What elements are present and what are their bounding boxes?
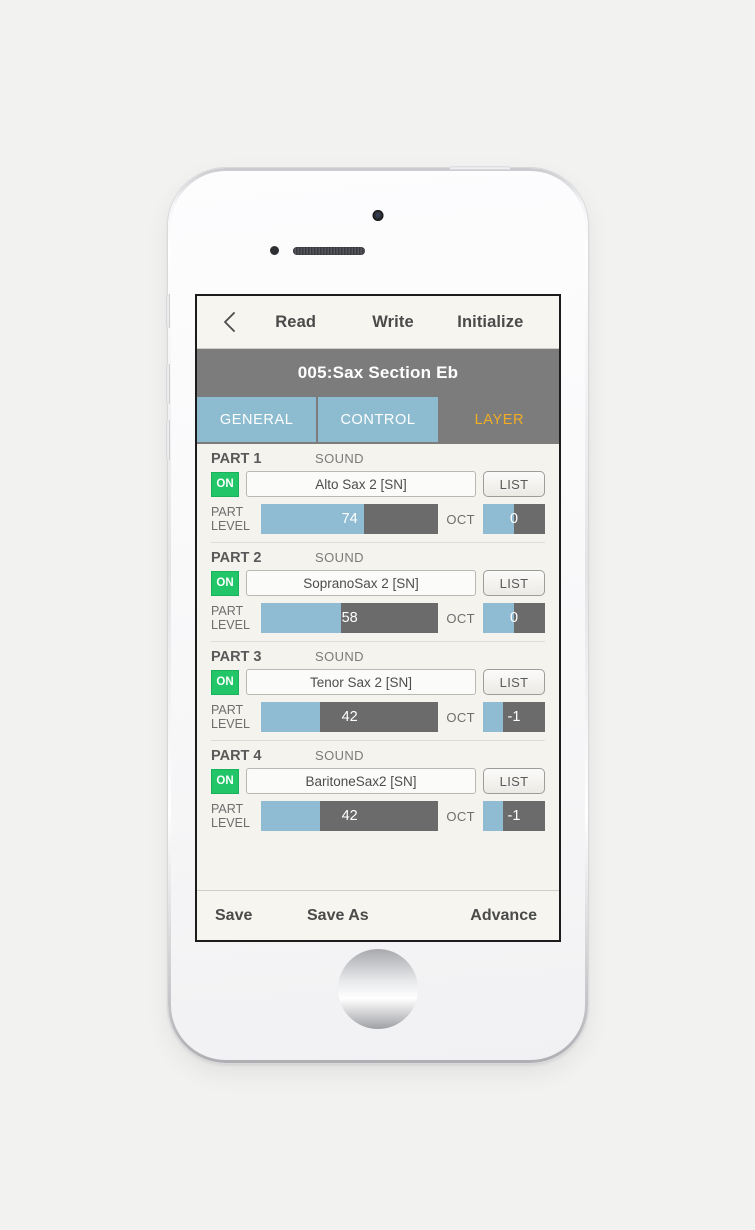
sound-list-button[interactable]: LIST bbox=[483, 471, 545, 497]
part-block: PART 3 SOUND ON Tenor Sax 2 [SN] LIST PA… bbox=[211, 642, 545, 741]
oct-label: OCT bbox=[446, 511, 475, 527]
part-on-toggle[interactable]: ON bbox=[211, 471, 239, 497]
nav-bar: Read Write Initialize bbox=[197, 296, 559, 349]
oct-slider[interactable]: 0 bbox=[483, 603, 545, 633]
part-block: PART 1 SOUND ON Alto Sax 2 [SN] LIST PAR… bbox=[211, 444, 545, 543]
slider-value: 0 bbox=[509, 511, 519, 527]
oct-label: OCT bbox=[446, 709, 475, 725]
level-row: PART LEVEL 74 OCT 0 bbox=[211, 504, 545, 542]
part-level-label: PART LEVEL bbox=[211, 505, 253, 533]
sound-name-field[interactable]: Alto Sax 2 [SN] bbox=[246, 471, 476, 497]
part-title: PART 1 bbox=[211, 451, 262, 467]
nav-item-read[interactable]: Read bbox=[247, 313, 344, 332]
parts-list: PART 1 SOUND ON Alto Sax 2 [SN] LIST PAR… bbox=[197, 444, 559, 890]
oct-slider[interactable]: -1 bbox=[483, 702, 545, 732]
slider-value: -1 bbox=[507, 709, 521, 725]
tab-layer[interactable]: LAYER bbox=[439, 397, 559, 442]
part-title: PART 2 bbox=[211, 550, 262, 566]
oct-label: OCT bbox=[446, 808, 475, 824]
slider-value: 58 bbox=[341, 610, 358, 626]
oct-slider[interactable]: 0 bbox=[483, 504, 545, 534]
part-level-label-line1: PART bbox=[211, 802, 244, 816]
part-level-slider[interactable]: 58 bbox=[261, 603, 439, 633]
sound-label: SOUND bbox=[315, 748, 364, 763]
part-on-toggle[interactable]: ON bbox=[211, 669, 239, 695]
bottom-bar: Save Save As Advance bbox=[197, 890, 559, 940]
sound-list-button[interactable]: LIST bbox=[483, 669, 545, 695]
sound-name-field[interactable]: Tenor Sax 2 [SN] bbox=[246, 669, 476, 695]
nav-item-write[interactable]: Write bbox=[344, 313, 441, 332]
slider-value: -1 bbox=[507, 808, 521, 824]
level-row: PART LEVEL 42 OCT -1 bbox=[211, 801, 545, 839]
part-level-label: PART LEVEL bbox=[211, 604, 253, 632]
tab-control[interactable]: CONTROL bbox=[318, 397, 438, 442]
slider-value: 74 bbox=[341, 511, 358, 527]
sound-row: ON Tenor Sax 2 [SN] LIST bbox=[211, 669, 545, 702]
part-level-slider[interactable]: 42 bbox=[261, 801, 439, 831]
save-as-button[interactable]: Save As bbox=[307, 907, 470, 925]
level-row: PART LEVEL 58 OCT 0 bbox=[211, 603, 545, 641]
sound-row: ON Alto Sax 2 [SN] LIST bbox=[211, 471, 545, 504]
volume-up-button[interactable] bbox=[166, 364, 170, 404]
part-block: PART 4 SOUND ON BaritoneSax2 [SN] LIST P… bbox=[211, 741, 545, 839]
part-header: PART 2 SOUND bbox=[211, 550, 545, 570]
sound-list-button[interactable]: LIST bbox=[483, 570, 545, 596]
sound-list-button[interactable]: LIST bbox=[483, 768, 545, 794]
level-row: PART LEVEL 42 OCT -1 bbox=[211, 702, 545, 740]
tab-bar: GENERAL CONTROL LAYER bbox=[197, 397, 559, 444]
sound-label: SOUND bbox=[315, 451, 364, 466]
tab-general[interactable]: GENERAL bbox=[197, 397, 317, 442]
part-on-toggle[interactable]: ON bbox=[211, 570, 239, 596]
part-level-label-line1: PART bbox=[211, 505, 244, 519]
part-level-label: PART LEVEL bbox=[211, 802, 253, 830]
oct-slider[interactable]: -1 bbox=[483, 801, 545, 831]
advance-button[interactable]: Advance bbox=[470, 907, 541, 925]
sound-name-field[interactable]: SopranoSax 2 [SN] bbox=[246, 570, 476, 596]
power-button[interactable] bbox=[450, 166, 510, 170]
slider-value: 42 bbox=[341, 808, 358, 824]
proximity-sensor-icon bbox=[270, 246, 279, 255]
earpiece-speaker-icon bbox=[293, 247, 365, 255]
part-level-label-line2: LEVEL bbox=[211, 519, 250, 533]
part-title: PART 4 bbox=[211, 748, 262, 764]
page-title: 005:Sax Section Eb bbox=[197, 349, 559, 397]
part-header: PART 3 SOUND bbox=[211, 649, 545, 669]
sound-label: SOUND bbox=[315, 550, 364, 565]
save-button[interactable]: Save bbox=[215, 907, 307, 925]
phone-device: Read Write Initialize 005:Sax Section Eb… bbox=[166, 166, 588, 1063]
nav-item-initialize[interactable]: Initialize bbox=[442, 313, 543, 332]
sound-label: SOUND bbox=[315, 649, 364, 664]
part-level-label-line2: LEVEL bbox=[211, 618, 250, 632]
part-on-toggle[interactable]: ON bbox=[211, 768, 239, 794]
part-header: PART 4 SOUND bbox=[211, 748, 545, 768]
sound-row: ON SopranoSax 2 [SN] LIST bbox=[211, 570, 545, 603]
slider-value: 42 bbox=[341, 709, 358, 725]
part-title: PART 3 bbox=[211, 649, 262, 665]
part-level-label-line2: LEVEL bbox=[211, 717, 250, 731]
part-level-slider[interactable]: 74 bbox=[261, 504, 439, 534]
oct-label: OCT bbox=[446, 610, 475, 626]
part-level-slider[interactable]: 42 bbox=[261, 702, 439, 732]
part-level-label: PART LEVEL bbox=[211, 703, 253, 731]
home-button[interactable] bbox=[338, 949, 418, 1029]
back-button[interactable] bbox=[213, 305, 247, 339]
part-level-label-line1: PART bbox=[211, 604, 244, 618]
sound-row: ON BaritoneSax2 [SN] LIST bbox=[211, 768, 545, 801]
sound-name-field[interactable]: BaritoneSax2 [SN] bbox=[246, 768, 476, 794]
chevron-left-icon bbox=[222, 310, 238, 334]
part-level-label-line2: LEVEL bbox=[211, 816, 250, 830]
part-header: PART 1 SOUND bbox=[211, 451, 545, 471]
part-block: PART 2 SOUND ON SopranoSax 2 [SN] LIST P… bbox=[211, 543, 545, 642]
front-camera-icon bbox=[372, 210, 384, 221]
silent-switch[interactable] bbox=[166, 294, 170, 328]
part-level-label-line1: PART bbox=[211, 703, 244, 717]
slider-value: 0 bbox=[509, 610, 519, 626]
volume-down-button[interactable] bbox=[166, 420, 170, 460]
phone-screen: Read Write Initialize 005:Sax Section Eb… bbox=[195, 294, 561, 942]
